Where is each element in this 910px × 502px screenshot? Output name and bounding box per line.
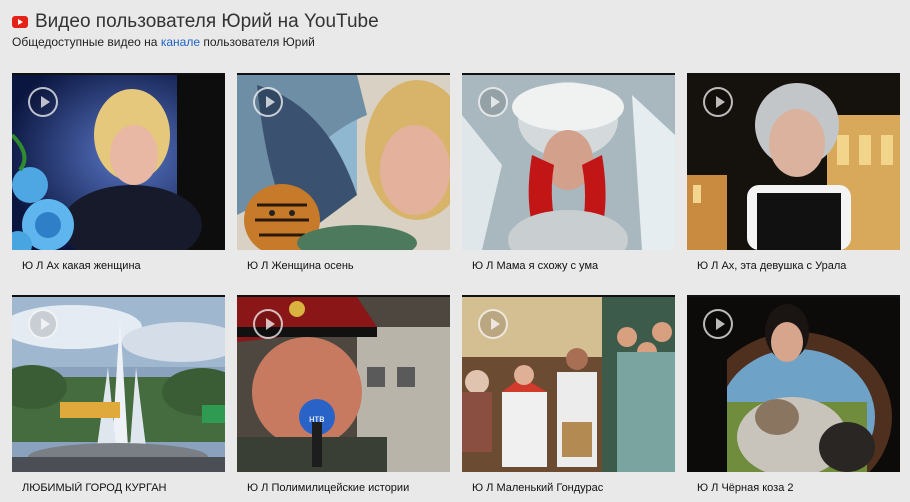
subtitle: Общедоступные видео на канале пользовате… <box>12 35 898 49</box>
video-title[interactable]: Ю Л Ах, эта девушка с Урала <box>687 260 900 273</box>
play-icon[interactable] <box>253 309 283 339</box>
youtube-icon <box>12 16 28 28</box>
video-card[interactable]: Ю Л Ах, эта девушка с Урала <box>687 73 900 273</box>
play-icon[interactable] <box>703 87 733 117</box>
video-title[interactable]: Ю Л Маленький Гондурас <box>462 482 675 495</box>
play-icon[interactable] <box>478 87 508 117</box>
video-thumbnail[interactable] <box>687 73 900 250</box>
youtube-videos-widget: Видео пользователя Юрий на YouTube Общед… <box>0 0 910 502</box>
video-thumbnail[interactable] <box>237 73 450 250</box>
video-card[interactable]: Ю Л Мама я схожу с ума <box>462 73 675 273</box>
subtitle-text-after: пользователя Юрий <box>200 35 315 49</box>
page-title: Видео пользователя Юрий на YouTube <box>35 11 379 32</box>
svg-text:нтв: нтв <box>309 414 324 425</box>
title-row: Видео пользователя Юрий на YouTube <box>12 10 898 34</box>
subtitle-text-before: Общедоступные видео на <box>12 35 161 49</box>
video-thumbnail[interactable] <box>687 295 900 472</box>
video-title[interactable]: Ю Л Ах какая женщина <box>12 260 225 273</box>
play-icon[interactable] <box>253 87 283 117</box>
video-thumbnail[interactable] <box>12 295 225 472</box>
play-icon[interactable] <box>478 309 508 339</box>
video-card[interactable]: Ю Л Женщина осень <box>237 73 450 273</box>
video-thumbnail[interactable]: нтв <box>237 295 450 472</box>
video-thumbnail[interactable] <box>462 295 675 472</box>
video-title[interactable]: ЛЮБИМЫЙ ГОРОД КУРГАН <box>12 482 225 495</box>
widget-header: Видео пользователя Юрий на YouTube Общед… <box>12 10 898 49</box>
video-card[interactable]: Ю Л Ах какая женщина <box>12 73 225 273</box>
play-icon[interactable] <box>703 309 733 339</box>
video-card[interactable]: Ю Л Маленький Гондурас <box>462 295 675 495</box>
video-thumbnail[interactable] <box>462 73 675 250</box>
video-card[interactable]: ЛЮБИМЫЙ ГОРОД КУРГАН <box>12 295 225 495</box>
video-grid: Ю Л Ах какая женщина Ю Л Женщина осень Ю… <box>12 73 900 502</box>
video-title[interactable]: Ю Л Чёрная коза 2 <box>687 482 900 495</box>
play-icon[interactable] <box>28 87 58 117</box>
video-title[interactable]: Ю Л Полимилицейские истории <box>237 482 450 495</box>
video-title[interactable]: Ю Л Женщина осень <box>237 260 450 273</box>
video-card[interactable]: Ю Л Чёрная коза 2 <box>687 295 900 495</box>
video-title[interactable]: Ю Л Мама я схожу с ума <box>462 260 675 273</box>
video-card[interactable]: нтв Ю Л Полимилицейские истории <box>237 295 450 495</box>
channel-link[interactable]: канале <box>161 35 200 49</box>
video-thumbnail[interactable] <box>12 73 225 250</box>
play-icon[interactable] <box>28 309 58 339</box>
